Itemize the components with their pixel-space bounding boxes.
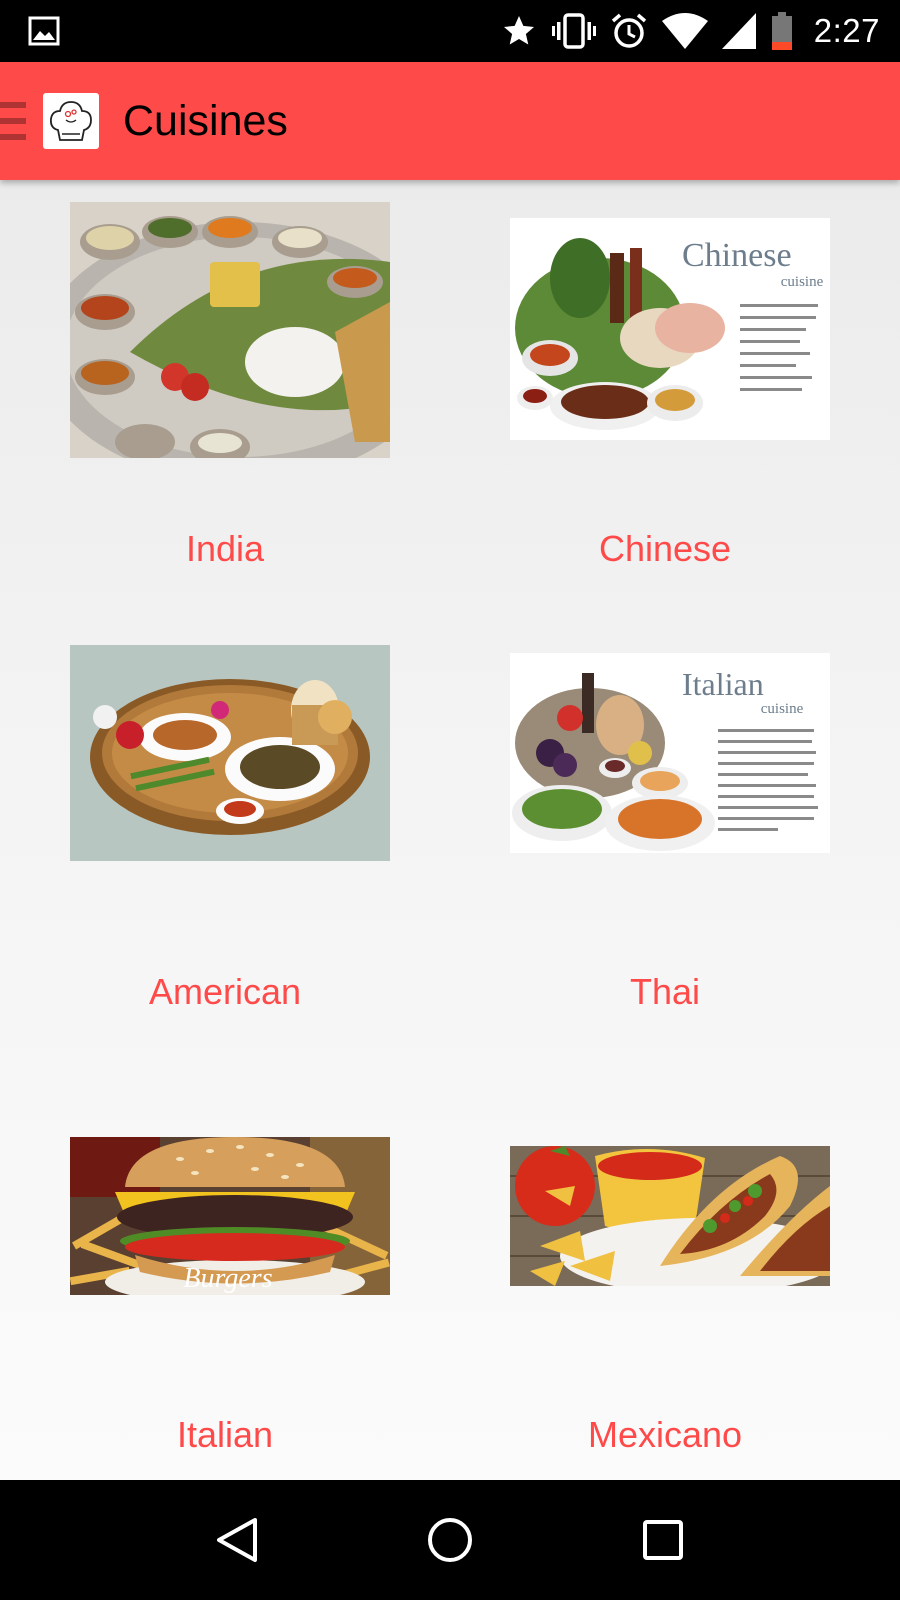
page-title: Cuisines	[123, 96, 288, 145]
image-icon	[28, 16, 60, 46]
tacos-image	[510, 1146, 830, 1286]
cuisine-tile-italian[interactable]: Burgers Italian	[0, 1066, 450, 1480]
cuisine-label: India	[185, 528, 265, 569]
battery-icon	[770, 12, 794, 50]
cuisine-tile-chinese[interactable]: Chinese cuisine Chinese	[450, 180, 900, 610]
back-icon[interactable]	[207, 1510, 267, 1570]
cuisine-label: Chinese	[598, 528, 732, 569]
cuisine-label: Mexicano	[587, 1414, 743, 1455]
cuisine-label: Thai	[629, 971, 701, 1012]
chinese-image-title: Chinese	[682, 237, 792, 274]
cuisine-tile-india[interactable]: India	[0, 180, 450, 610]
menu-icon[interactable]	[0, 102, 26, 140]
cuisine-grid: India Chinese cuisine Chinese American I…	[0, 180, 900, 1480]
chinese-cuisine-image: Chinese cuisine	[510, 218, 830, 440]
alarm-icon	[610, 12, 648, 50]
cuisine-tile-american[interactable]: American	[0, 623, 450, 1053]
cuisine-label: American	[148, 971, 302, 1012]
app-bar: Cuisines	[0, 62, 900, 180]
status-time: 2:27	[813, 12, 880, 49]
cuisine-tile-thai[interactable]: Italian cuisine Thai	[450, 623, 900, 1053]
chinese-image-subtitle: cuisine	[781, 274, 824, 290]
vibrate-icon	[551, 12, 596, 50]
italian-image-title: Italian	[682, 666, 764, 702]
signal-icon	[721, 13, 756, 49]
cuisine-label: Italian	[176, 1414, 274, 1455]
status-bar: 2:27	[0, 0, 900, 62]
burger-image: Burgers	[70, 1137, 390, 1295]
home-icon[interactable]	[420, 1510, 480, 1570]
navigation-bar	[0, 1480, 900, 1600]
basket-platter-image	[70, 645, 390, 861]
cuisine-tile-mexicano[interactable]: Mexicano	[450, 1066, 900, 1480]
star-icon	[500, 13, 538, 49]
italian-cuisine-image: Italian cuisine	[510, 653, 830, 853]
italian-image-subtitle: cuisine	[761, 701, 804, 717]
burger-image-caption: Burgers	[183, 1263, 272, 1294]
chef-hat-icon	[43, 93, 99, 149]
india-thali-image	[70, 202, 390, 458]
recents-icon[interactable]	[633, 1510, 693, 1570]
wifi-icon	[661, 13, 708, 49]
